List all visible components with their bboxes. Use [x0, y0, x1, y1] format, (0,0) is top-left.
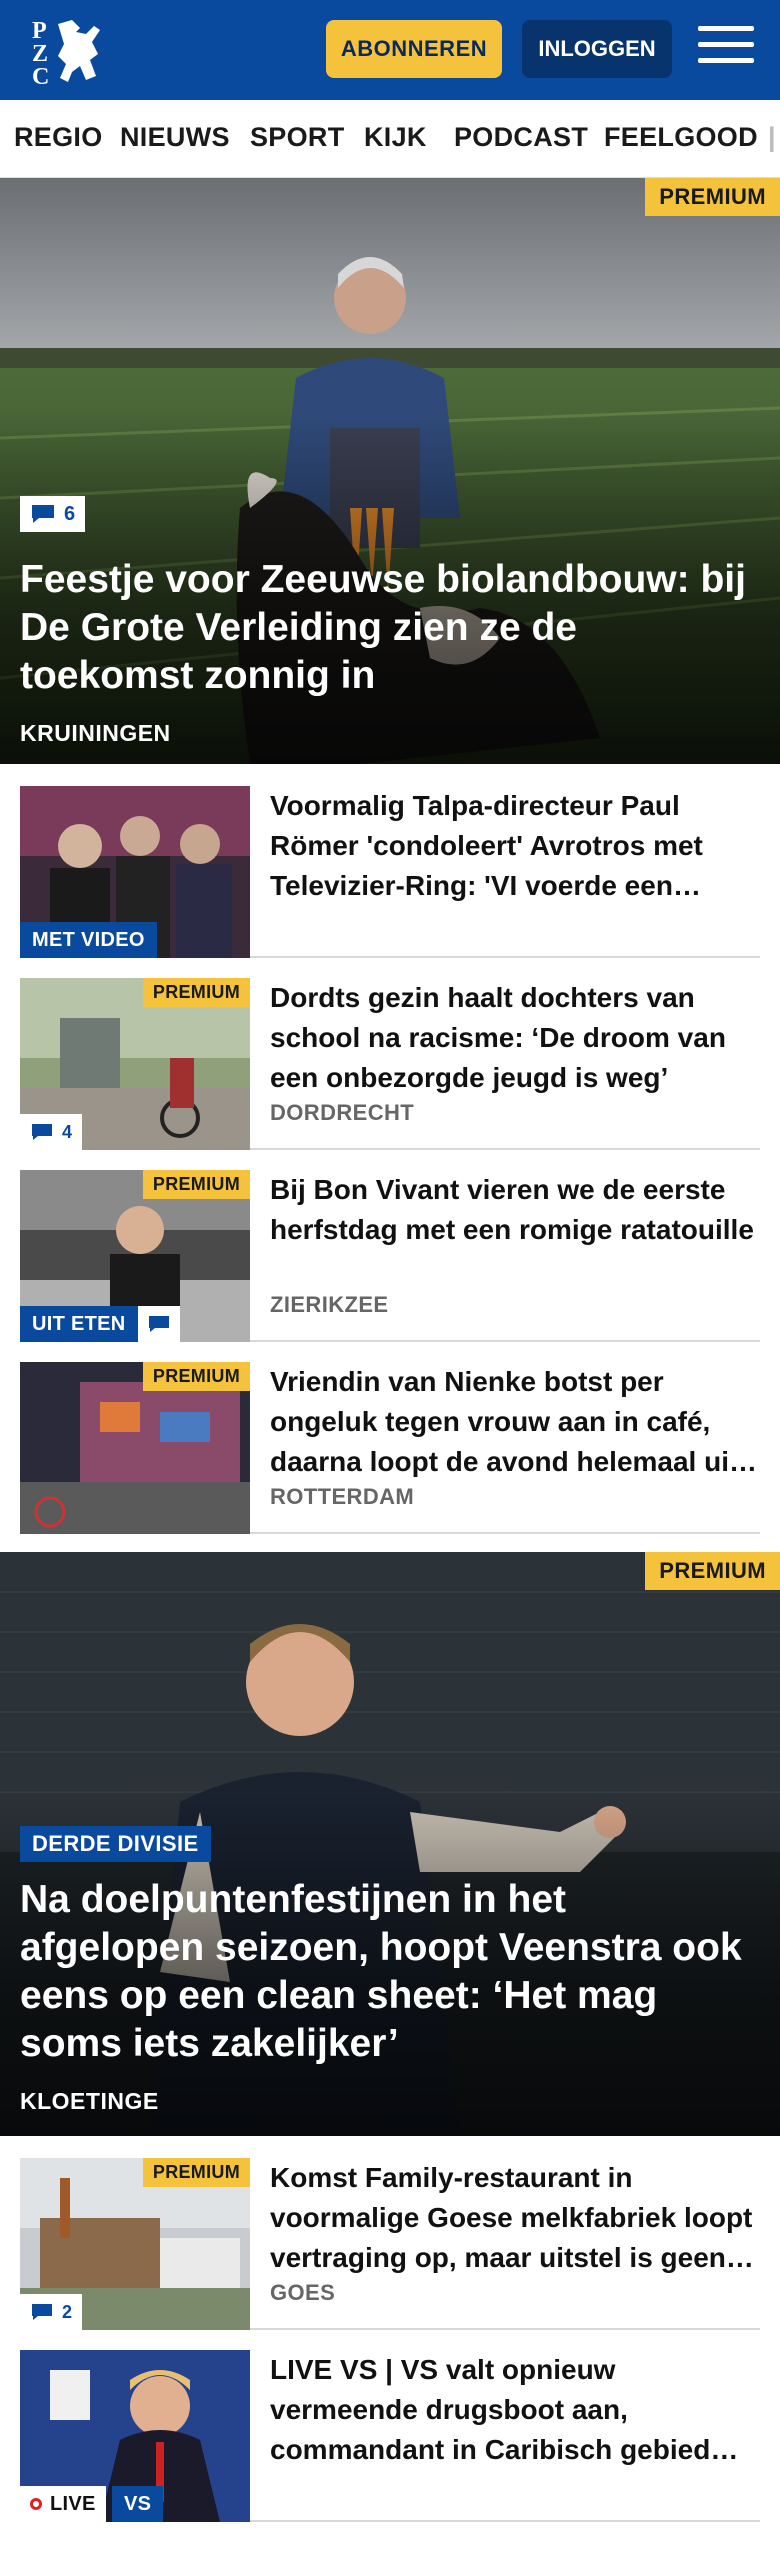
comment-count-value: 4 — [62, 1121, 73, 1142]
category-label-text: UIT ETEN — [32, 1312, 126, 1335]
premium-badge: PREMIUM — [142, 2158, 250, 2187]
list-item[interactable]: PREMIUM Vriendin van Nienke botst per on… — [20, 1362, 760, 1534]
live-dot-icon — [30, 2498, 42, 2510]
login-button[interactable]: INLOGGEN — [522, 20, 672, 78]
article-headline[interactable]: Voormalig Talpa-directeur Paul Römer 'co… — [270, 786, 760, 906]
article-thumbnail: LIVE VS — [20, 2350, 250, 2522]
hero-article[interactable]: PREMIUM DERDE DIVISIE Na doelpuntenfesti… — [0, 1552, 780, 2136]
article-thumbnail: PREMIUM — [20, 1362, 250, 1534]
comment-icon — [32, 2304, 52, 2320]
nav-overflow-indicator: | — [768, 122, 776, 152]
list-item[interactable]: PREMIUM 4 Dordts gezin haalt dochters va… — [20, 978, 760, 1150]
article-thumbnail: PREMIUM UIT ETEN — [20, 1170, 250, 1342]
nav-item-podcast[interactable]: PODCAST — [454, 122, 588, 153]
comment-count[interactable]: 2 — [20, 2294, 83, 2330]
article-location: ROTTERDAM — [270, 1484, 415, 1509]
hero-location: KRUININGEN — [20, 720, 171, 746]
category-label[interactable]: DERDE DIVISIE — [20, 1826, 211, 1862]
list-item[interactable]: PREMIUM UIT ETEN Bij Bon Vivant vieren w… — [20, 1170, 760, 1342]
site-header: P Z C ABONNEREN INLOGGEN — [0, 0, 780, 100]
comment-count-value: 6 — [64, 502, 76, 525]
premium-badge: PREMIUM — [645, 1552, 780, 1590]
category-label: UIT ETEN — [20, 1306, 180, 1342]
nav-item-feelgood[interactable]: FEELGOOD — [604, 122, 758, 153]
list-item[interactable]: PREMIUM 2 Komst Family-restaurant in voo… — [20, 2158, 760, 2330]
article-location: DORDRECHT — [270, 1100, 415, 1125]
premium-badge: PREMIUM — [142, 978, 250, 1007]
comment-count-value: 2 — [62, 2301, 73, 2322]
nav-item-kijk[interactable]: KIJK — [364, 122, 427, 153]
pzc-logo[interactable]: P Z C — [28, 14, 110, 90]
comment-icon[interactable] — [137, 1306, 180, 1342]
section-nav: REGIO NIEUWS SPORT KIJK PODCAST FEELGOOD… — [0, 100, 780, 178]
hamburger-menu-icon[interactable] — [698, 26, 754, 72]
article-thumbnail: PREMIUM 4 — [20, 978, 250, 1150]
article-thumbnail: PREMIUM 2 — [20, 2158, 250, 2330]
hero-article[interactable]: PREMIUM 6 Feestje voor Zeeuwse biolandbo… — [0, 178, 780, 764]
hero-headline[interactable]: Feestje voor Zeeuwse biolandbouw: bij De… — [20, 556, 760, 700]
video-label: MET VIDEO — [20, 922, 157, 958]
nav-item-nieuws[interactable]: NIEUWS — [120, 122, 230, 153]
region-label: VS — [112, 2486, 164, 2522]
article-location: GOES — [270, 2280, 336, 2305]
live-label-text: LIVE — [50, 2492, 96, 2515]
nav-item-regio[interactable]: REGIO — [14, 122, 103, 153]
list-item[interactable]: MET VIDEO Voormalig Talpa-directeur Paul… — [20, 786, 760, 958]
list-item[interactable]: LIVE VS LIVE VS | VS valt opnieuw vermee… — [20, 2350, 760, 2522]
premium-badge: PREMIUM — [142, 1170, 250, 1199]
article-headline[interactable]: Dordts gezin haalt dochters van school n… — [270, 978, 760, 1098]
comment-count[interactable]: 4 — [20, 1114, 83, 1150]
article-headline[interactable]: Bij Bon Vivant vieren we de eerste herfs… — [270, 1170, 760, 1250]
comment-count[interactable]: 6 — [20, 496, 86, 532]
comment-icon — [32, 1124, 52, 1140]
subscribe-button[interactable]: ABONNEREN — [326, 20, 502, 78]
article-headline[interactable]: LIVE VS | VS valt opnieuw vermeende drug… — [270, 2350, 760, 2470]
article-location: ZIERIKZEE — [270, 1292, 389, 1317]
comment-icon — [32, 505, 54, 523]
hero-headline[interactable]: Na doelpuntenfestijnen in het afgelopen … — [20, 1876, 760, 2068]
live-label: LIVE — [20, 2486, 106, 2522]
article-headline[interactable]: Komst Family-restaurant in voormalige Go… — [270, 2158, 760, 2278]
article-thumbnail: MET VIDEO — [20, 786, 250, 958]
article-headline[interactable]: Vriendin van Nienke botst per ongeluk te… — [270, 1362, 760, 1482]
premium-badge: PREMIUM — [142, 1362, 250, 1391]
premium-badge: PREMIUM — [645, 178, 780, 216]
logo-letter-c: C — [32, 64, 49, 86]
hero-location: KLOETINGE — [20, 2088, 159, 2114]
nav-item-sport[interactable]: SPORT — [250, 122, 345, 153]
